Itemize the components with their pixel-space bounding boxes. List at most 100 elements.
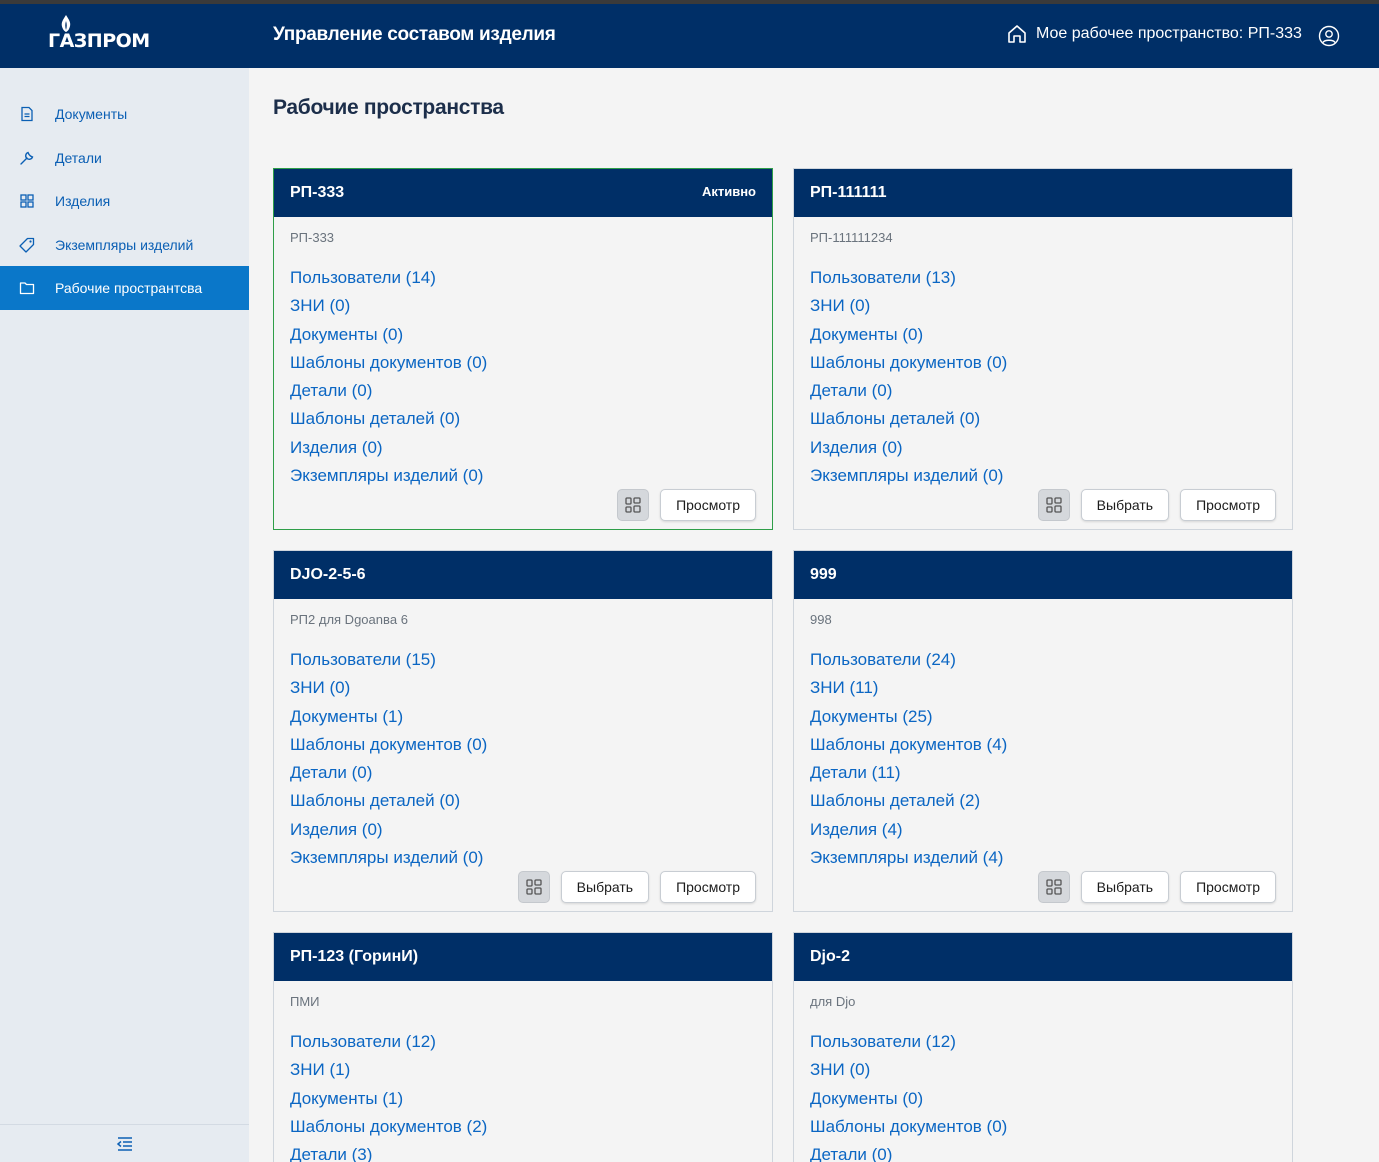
- sidebar-item-label: Документы: [55, 106, 128, 122]
- select-button[interactable]: Выбрать: [560, 871, 650, 903]
- structure-icon: [526, 879, 542, 895]
- current-workspace-label: Мое рабочее пространство: РП-333: [1036, 25, 1302, 42]
- documents-link[interactable]: Документы (0): [810, 1085, 1276, 1113]
- structure-icon: [625, 497, 641, 513]
- card-header: Djo-2: [794, 933, 1292, 981]
- workspace-links: Пользователи (13) ЗНИ (0) Документы (0) …: [794, 264, 1292, 490]
- users-link[interactable]: Пользователи (14): [290, 264, 756, 292]
- sidebar-item-label: Экземпляры изделий: [55, 237, 194, 253]
- select-button[interactable]: Выбрать: [1080, 871, 1170, 903]
- users-link[interactable]: Пользователи (15): [290, 646, 756, 674]
- active-status-badge: Активно: [701, 183, 756, 199]
- view-button[interactable]: Просмотр: [660, 489, 756, 521]
- documents-link[interactable]: Документы (0): [290, 321, 756, 349]
- page-title: Рабочие пространства: [273, 96, 504, 119]
- workspace-name: Djo-2: [810, 948, 850, 965]
- view-button[interactable]: Просмотр: [1180, 489, 1276, 521]
- workspace-description: РП-333: [290, 230, 335, 245]
- document-templates-link[interactable]: Шаблоны документов (0): [810, 1113, 1276, 1141]
- home-icon: [1008, 25, 1026, 43]
- change-requests-link[interactable]: ЗНИ (0): [810, 292, 1276, 320]
- product-instances-link[interactable]: Экземпляры изделий (0): [290, 462, 756, 490]
- users-link[interactable]: Пользователи (12): [810, 1028, 1276, 1056]
- card-header: РП-111111: [794, 169, 1292, 217]
- product-instances-link[interactable]: Экземпляры изделий (0): [810, 462, 1276, 490]
- card-header: РП-123 (ГоринИ): [274, 933, 772, 981]
- sidebar-item-label: Изделия: [55, 193, 111, 209]
- detail-templates-link[interactable]: Шаблоны деталей (0): [290, 787, 756, 815]
- workspace-name: РП-123 (ГоринИ): [290, 948, 419, 965]
- workspace-links: Пользователи (14) ЗНИ (0) Документы (0) …: [274, 264, 772, 490]
- current-workspace-link[interactable]: Мое рабочее пространство: РП-333: [1006, 23, 1302, 45]
- products-link[interactable]: Изделия (0): [290, 816, 756, 844]
- documents-link[interactable]: Документы (1): [290, 703, 756, 731]
- sidebar-item-workspaces[interactable]: Рабочие пространтсва: [0, 266, 249, 310]
- app-title: Управление составом изделия: [273, 24, 556, 45]
- sidebar-item-documents[interactable]: Документы: [0, 92, 249, 136]
- documents-link[interactable]: Документы (0): [810, 321, 1276, 349]
- workspace-structure-button[interactable]: [517, 871, 550, 903]
- collapse-sidebar-button[interactable]: [0, 1124, 249, 1162]
- details-link[interactable]: Детали (0): [810, 377, 1276, 405]
- workspace-card: РП-111111 РП-111111234 Пользователи (13)…: [793, 168, 1293, 530]
- change-requests-link[interactable]: ЗНИ (11): [810, 674, 1276, 702]
- sidebar-item-details[interactable]: Детали: [0, 136, 249, 180]
- users-link[interactable]: Пользователи (12): [290, 1028, 756, 1056]
- users-link[interactable]: Пользователи (24): [810, 646, 1276, 674]
- workspace-card: РП-123 (ГоринИ) ПМИ Пользователи (12) ЗН…: [273, 932, 773, 1162]
- workspace-structure-button[interactable]: [1037, 871, 1070, 903]
- document-templates-link[interactable]: Шаблоны документов (0): [290, 349, 756, 377]
- folder-icon: [19, 280, 35, 296]
- change-requests-link[interactable]: ЗНИ (0): [290, 292, 756, 320]
- card-header: 999: [794, 551, 1292, 599]
- workspace-links: Пользователи (24) ЗНИ (11) Документы (25…: [794, 646, 1292, 872]
- workspace-links: Пользователи (12) ЗНИ (1) Документы (1) …: [274, 1028, 772, 1162]
- details-link[interactable]: Детали (11): [810, 759, 1276, 787]
- change-requests-link[interactable]: ЗНИ (0): [810, 1056, 1276, 1084]
- product-instances-link[interactable]: Экземпляры изделий (0): [290, 844, 756, 872]
- wrench-icon: [19, 150, 35, 166]
- users-link[interactable]: Пользователи (13): [810, 264, 1276, 292]
- select-button[interactable]: Выбрать: [1080, 489, 1170, 521]
- details-link[interactable]: Детали (0): [290, 377, 756, 405]
- details-link[interactable]: Детали (0): [810, 1141, 1276, 1162]
- change-requests-link[interactable]: ЗНИ (0): [290, 674, 756, 702]
- document-templates-link[interactable]: Шаблоны документов (0): [290, 731, 756, 759]
- structure-icon: [1046, 497, 1062, 513]
- details-link[interactable]: Детали (3): [290, 1141, 756, 1162]
- workspace-description: 998: [810, 612, 832, 627]
- structure-icon: [1046, 879, 1062, 895]
- workspace-structure-button[interactable]: [617, 489, 650, 521]
- gazprom-logo[interactable]: ГАЗПРОМ: [48, 13, 150, 57]
- workspace-card: РП-333 Активно РП-333 Пользователи (14) …: [273, 168, 773, 530]
- product-instances-link[interactable]: Экземпляры изделий (4): [810, 844, 1276, 872]
- documents-link[interactable]: Документы (1): [290, 1085, 756, 1113]
- documents-link[interactable]: Документы (25): [810, 703, 1276, 731]
- card-actions: Выбрать Просмотр: [1037, 489, 1276, 521]
- workspace-card: Djo-2 для Djo Пользователи (12) ЗНИ (0) …: [793, 932, 1293, 1162]
- workspace-card: DJO-2-5-6 РП2 для Dgoanвa 6 Пользователи…: [273, 550, 773, 912]
- products-link[interactable]: Изделия (0): [810, 434, 1276, 462]
- collapse-menu-icon: [116, 1136, 132, 1151]
- user-profile-icon[interactable]: [1318, 25, 1340, 47]
- detail-templates-link[interactable]: Шаблоны деталей (2): [810, 787, 1276, 815]
- view-button[interactable]: Просмотр: [1180, 871, 1276, 903]
- document-templates-link[interactable]: Шаблоны документов (0): [810, 349, 1276, 377]
- card-actions: Просмотр: [617, 489, 756, 521]
- sidebar-item-products[interactable]: Изделия: [0, 179, 249, 223]
- document-templates-link[interactable]: Шаблоны документов (4): [810, 731, 1276, 759]
- workspace-description: РП2 для Dgoanвa 6: [290, 612, 408, 627]
- detail-templates-link[interactable]: Шаблоны деталей (0): [810, 405, 1276, 433]
- view-button[interactable]: Просмотр: [660, 871, 756, 903]
- change-requests-link[interactable]: ЗНИ (1): [290, 1056, 756, 1084]
- document-templates-link[interactable]: Шаблоны документов (2): [290, 1113, 756, 1141]
- workspace-structure-button[interactable]: [1037, 489, 1070, 521]
- workspace-description: ПМИ: [290, 994, 320, 1009]
- sidebar-item-label: Детали: [55, 150, 102, 166]
- detail-templates-link[interactable]: Шаблоны деталей (0): [290, 405, 756, 433]
- products-link[interactable]: Изделия (0): [290, 434, 756, 462]
- details-link[interactable]: Детали (0): [290, 759, 756, 787]
- sidebar-item-label: Рабочие пространтсва: [55, 280, 203, 296]
- sidebar-item-product-instances[interactable]: Экземпляры изделий: [0, 223, 249, 267]
- products-link[interactable]: Изделия (4): [810, 816, 1276, 844]
